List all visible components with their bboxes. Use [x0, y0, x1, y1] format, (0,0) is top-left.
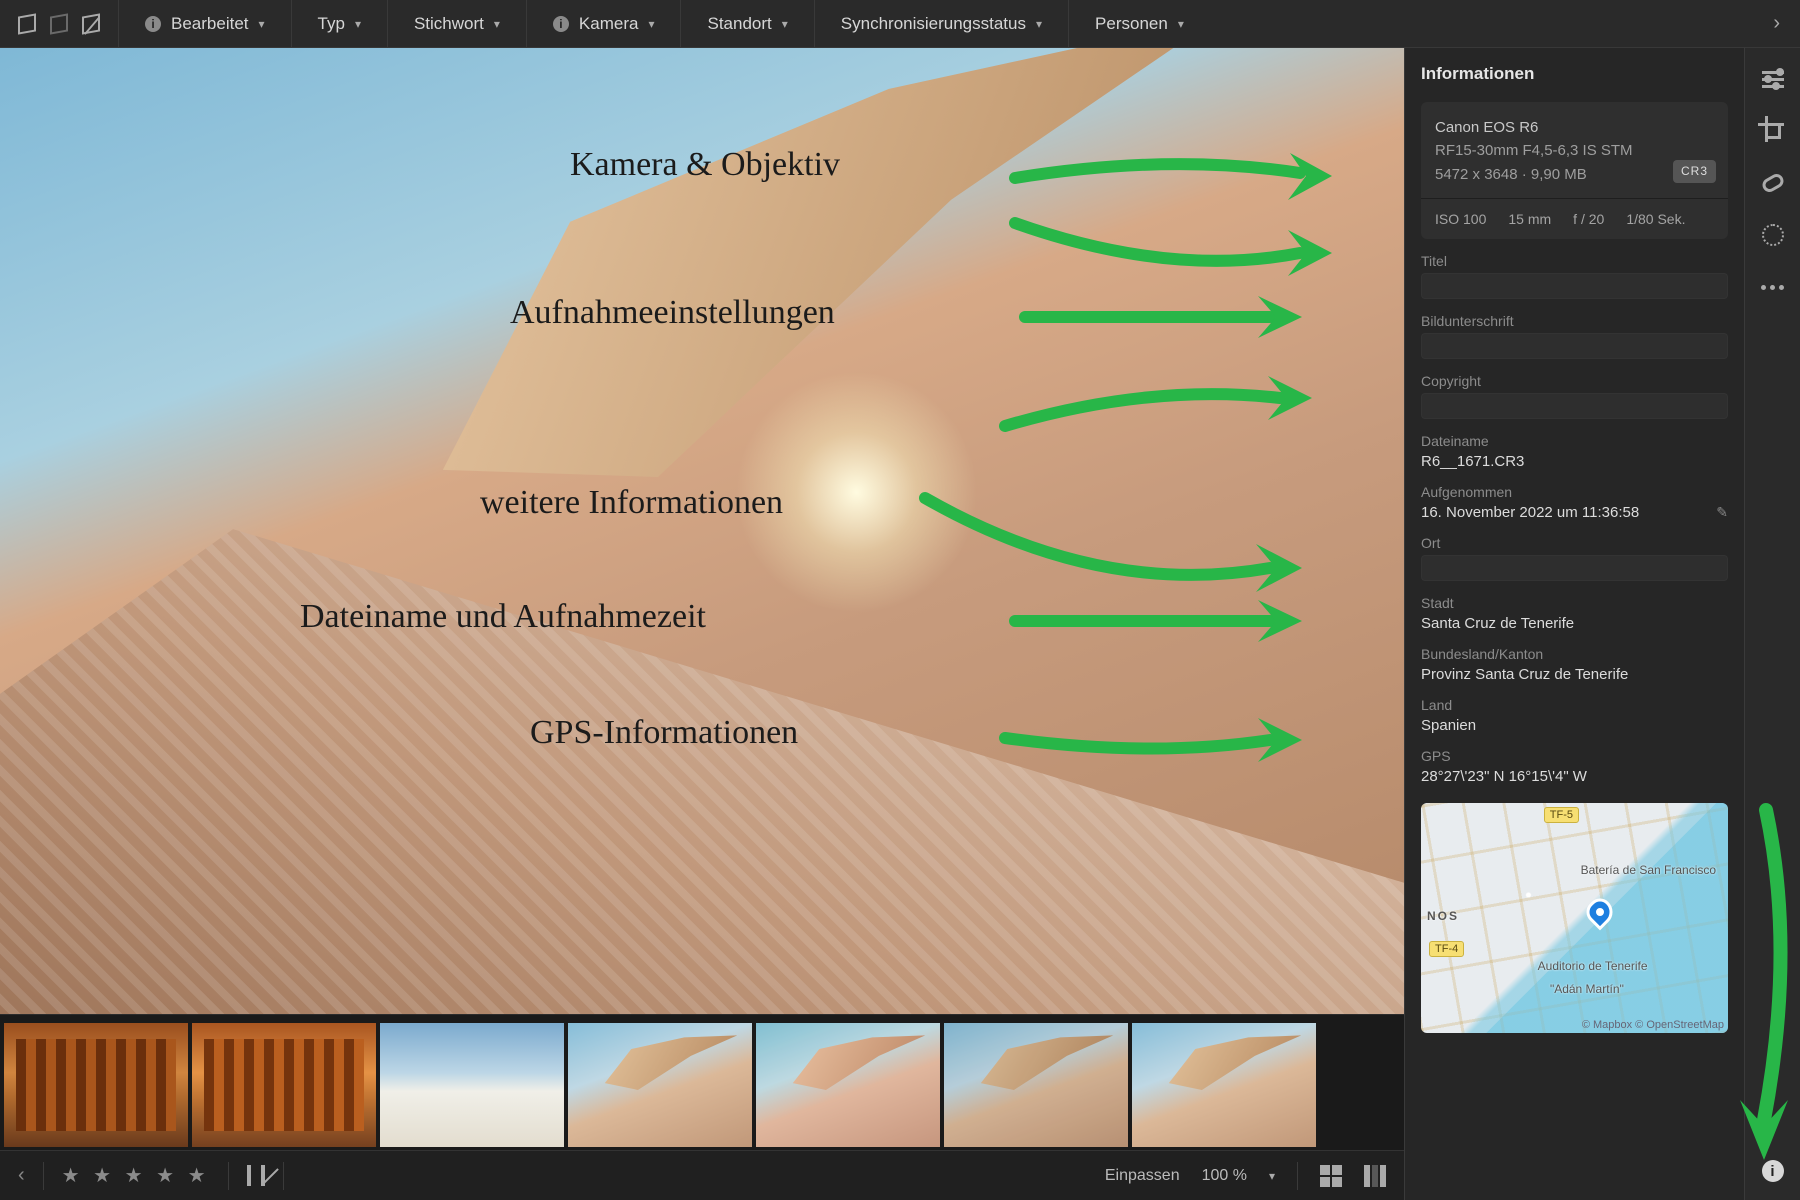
- info-icon: i: [553, 16, 569, 32]
- chevron-down-icon: ▾: [259, 17, 265, 31]
- main-photo[interactable]: Kamera & Objektiv Aufnahmeeinstellungen …: [0, 48, 1404, 1014]
- exposure-settings: ISO 100 15 mm f / 20 1/80 Sek.: [1421, 198, 1728, 239]
- flag-rejected-icon[interactable]: [82, 15, 100, 33]
- iso-value: ISO 100: [1435, 211, 1486, 227]
- masking-icon[interactable]: [1760, 222, 1786, 248]
- thumbnail[interactable]: [756, 1023, 940, 1147]
- filter-bearbeitet[interactable]: i Bearbeitet▾: [118, 0, 291, 47]
- map-preview[interactable]: TF-5 TF-4 NOS Batería de San Francisco A…: [1421, 803, 1728, 1033]
- zoom-value[interactable]: 100 %: [1202, 1167, 1247, 1185]
- country: Spanien: [1421, 717, 1728, 734]
- map-place-label: Auditorio de Tenerife: [1538, 959, 1648, 973]
- chevron-down-icon: ▾: [648, 17, 654, 31]
- city-label: Stadt: [1421, 595, 1728, 611]
- camera-model: Canon EOS R6: [1435, 116, 1714, 139]
- filter-standort[interactable]: Standort▾: [680, 0, 813, 47]
- location-field[interactable]: Ort: [1421, 535, 1728, 581]
- chevron-down-icon: ▾: [1036, 17, 1042, 31]
- thumbnail[interactable]: [4, 1023, 188, 1147]
- focal-length: 15 mm: [1508, 211, 1551, 227]
- info-button[interactable]: i: [1762, 1160, 1784, 1182]
- map-attribution: © Mapbox © OpenStreetMap: [1582, 1019, 1724, 1031]
- flag-rejected-icon[interactable]: [261, 1167, 265, 1185]
- state: Provinz Santa Cruz de Tenerife: [1421, 666, 1728, 683]
- filter-typ[interactable]: Typ▾: [291, 0, 387, 47]
- format-badge: CR3: [1673, 160, 1716, 183]
- more-icon[interactable]: [1760, 274, 1786, 300]
- edit-sliders-icon[interactable]: [1760, 66, 1786, 92]
- edit-icon[interactable]: ✎: [1716, 504, 1728, 521]
- caption-field[interactable]: Bildunterschrift: [1421, 313, 1728, 359]
- chevron-down-icon: ▾: [1269, 1169, 1275, 1183]
- chevron-left-icon[interactable]: ‹: [18, 1164, 25, 1187]
- chevron-down-icon: ▾: [355, 17, 361, 31]
- filter-personen[interactable]: Personen▾: [1068, 0, 1210, 47]
- title-field[interactable]: Titel: [1421, 253, 1728, 299]
- filter-kamera[interactable]: i Kamera▾: [526, 0, 681, 47]
- filename: R6__1671.CR3: [1421, 453, 1728, 470]
- chevron-down-icon: ▾: [1178, 17, 1184, 31]
- info-panel: Informationen Canon EOS R6 RF15-30mm F4,…: [1404, 48, 1744, 1200]
- thumbnail[interactable]: [380, 1023, 564, 1147]
- map-place-label: "Adán Martín": [1550, 982, 1624, 996]
- star-rating[interactable]: ★ ★ ★ ★ ★: [62, 1163, 210, 1188]
- captured-label: Aufgenommen: [1421, 484, 1639, 500]
- road-badge: TF-5: [1544, 807, 1579, 823]
- info-icon: i: [145, 16, 161, 32]
- thumbnail[interactable]: [568, 1023, 752, 1147]
- state-label: Bundesland/Kanton: [1421, 646, 1728, 662]
- filter-bar: i Bearbeitet▾ Typ▾ Stichwort▾ i Kamera▾ …: [0, 0, 1800, 48]
- map-area-label: NOS: [1427, 909, 1459, 923]
- flag-picked-icon[interactable]: [18, 15, 36, 33]
- camera-info: Canon EOS R6 RF15-30mm F4,5-6,3 IS STM 5…: [1421, 102, 1728, 198]
- panel-title: Informationen: [1421, 64, 1728, 84]
- filter-more-icon[interactable]: ›: [1753, 12, 1800, 35]
- chevron-down-icon: ▾: [782, 17, 788, 31]
- healing-icon[interactable]: [1760, 170, 1786, 196]
- captured-date: 16. November 2022 um 11:36:58: [1421, 504, 1639, 521]
- thumbnail[interactable]: [192, 1023, 376, 1147]
- gps: 28°27\'23" N 16°15\'4" W: [1421, 768, 1728, 785]
- lens-model: RF15-30mm F4,5-6,3 IS STM: [1435, 139, 1714, 162]
- status-bar: ‹ ★ ★ ★ ★ ★ Einpassen 100 % ▾: [0, 1150, 1404, 1200]
- grid-view-icon[interactable]: [1320, 1165, 1342, 1187]
- copyright-field[interactable]: Copyright: [1421, 373, 1728, 419]
- gps-label: GPS: [1421, 748, 1728, 764]
- aperture: f / 20: [1573, 211, 1604, 227]
- map-pin-icon: [1581, 894, 1618, 931]
- chevron-down-icon: ▾: [494, 17, 500, 31]
- shutter: 1/80 Sek.: [1626, 211, 1685, 227]
- map-place-label: Batería de San Francisco: [1581, 863, 1716, 877]
- compare-view-icon[interactable]: [1364, 1165, 1386, 1187]
- country-label: Land: [1421, 697, 1728, 713]
- filename-label: Dateiname: [1421, 433, 1728, 449]
- thumbnail-selected[interactable]: [1132, 1023, 1316, 1147]
- thumbnail[interactable]: [944, 1023, 1128, 1147]
- crop-icon[interactable]: [1760, 118, 1786, 144]
- city: Santa Cruz de Tenerife: [1421, 615, 1728, 632]
- filter-stichwort[interactable]: Stichwort▾: [387, 0, 526, 47]
- flag-picked-icon[interactable]: [247, 1167, 251, 1185]
- flag-unflagged-icon[interactable]: [50, 15, 68, 33]
- road-badge: TF-4: [1429, 941, 1464, 957]
- filmstrip: [0, 1014, 1404, 1150]
- tool-rail: i: [1744, 48, 1800, 1200]
- filter-sync[interactable]: Synchronisierungsstatus▾: [814, 0, 1068, 47]
- fit-button[interactable]: Einpassen: [1105, 1167, 1180, 1185]
